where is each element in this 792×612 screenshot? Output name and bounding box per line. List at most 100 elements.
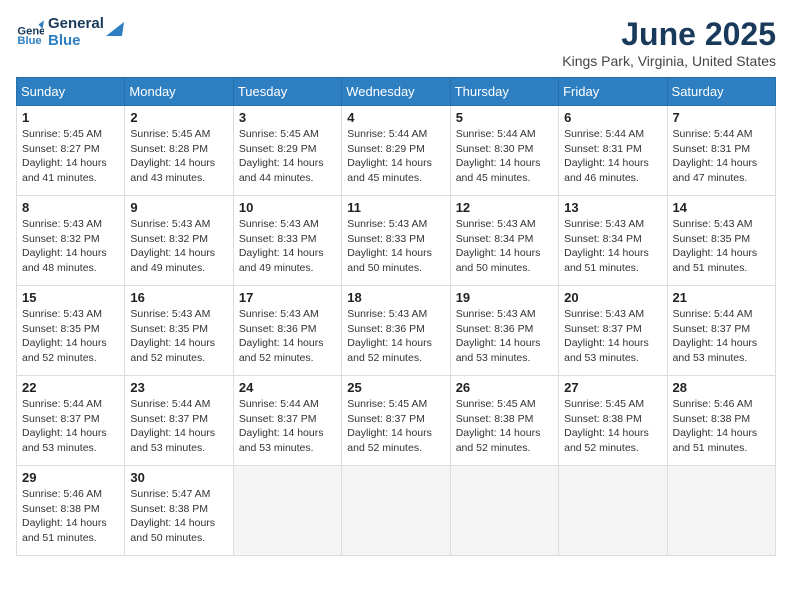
calendar-cell <box>342 466 450 556</box>
header-tuesday: Tuesday <box>233 78 341 106</box>
calendar-cell: 12 Sunrise: 5:43 AMSunset: 8:34 PMDayligh… <box>450 196 558 286</box>
calendar-cell: 20 Sunrise: 5:43 AMSunset: 8:37 PMDayligh… <box>559 286 667 376</box>
calendar-cell: 4 Sunrise: 5:44 AMSunset: 8:29 PMDaylight… <box>342 106 450 196</box>
calendar-cell: 2 Sunrise: 5:45 AMSunset: 8:28 PMDaylight… <box>125 106 233 196</box>
calendar-cell: 5Sunrise: 5:44 AMSunset: 8:30 PMDaylight… <box>450 106 558 196</box>
day-info: Sunrise: 5:43 AMSunset: 8:35 PMDaylight:… <box>22 307 119 366</box>
day-info: Sunrise: 5:44 AMSunset: 8:29 PMDaylight:… <box>347 127 444 186</box>
calendar-cell: 24 Sunrise: 5:44 AMSunset: 8:37 PMDayligh… <box>233 376 341 466</box>
day-number: 26 <box>456 380 553 395</box>
day-number: 5 <box>456 110 553 125</box>
day-number: 17 <box>239 290 336 305</box>
day-info: Sunrise: 5:45 AMSunset: 8:37 PMDaylight:… <box>347 397 444 456</box>
month-title: June 2025 <box>562 16 776 53</box>
logo-icon: General Blue <box>16 19 44 47</box>
day-number: 19 <box>456 290 553 305</box>
day-info: Sunrise: 5:43 AMSunset: 8:32 PMDaylight:… <box>130 217 227 276</box>
day-info: Sunrise: 5:44 AMSunset: 8:37 PMDaylight:… <box>22 397 119 456</box>
header-saturday: Saturday <box>667 78 775 106</box>
day-number: 11 <box>347 200 444 215</box>
calendar-cell: 27 Sunrise: 5:45 AMSunset: 8:38 PMDayligh… <box>559 376 667 466</box>
day-info: Sunrise: 5:45 AMSunset: 8:29 PMDaylight:… <box>239 127 336 186</box>
day-info: Sunrise: 5:46 AMSunset: 8:38 PMDaylight:… <box>22 487 119 546</box>
day-number: 13 <box>564 200 661 215</box>
day-number: 6 <box>564 110 661 125</box>
day-info: Sunrise: 5:44 AMSunset: 8:37 PMDaylight:… <box>239 397 336 456</box>
calendar-week-4: 22Sunrise: 5:44 AMSunset: 8:37 PMDayligh… <box>17 376 776 466</box>
day-info: Sunrise: 5:43 AMSunset: 8:37 PMDaylight:… <box>564 307 661 366</box>
day-info: Sunrise: 5:43 AMSunset: 8:33 PMDaylight:… <box>239 217 336 276</box>
day-number: 29 <box>22 470 119 485</box>
page-header: General Blue General Blue June 2025 King… <box>16 16 776 69</box>
calendar-cell <box>559 466 667 556</box>
calendar-header-row: SundayMondayTuesdayWednesdayThursdayFrid… <box>17 78 776 106</box>
day-info: Sunrise: 5:43 AMSunset: 8:35 PMDaylight:… <box>673 217 770 276</box>
calendar-cell: 14 Sunrise: 5:43 AMSunset: 8:35 PMDayligh… <box>667 196 775 286</box>
day-number: 25 <box>347 380 444 395</box>
day-number: 14 <box>673 200 770 215</box>
day-number: 23 <box>130 380 227 395</box>
day-number: 4 <box>347 110 444 125</box>
day-number: 2 <box>130 110 227 125</box>
calendar-cell: 10 Sunrise: 5:43 AMSunset: 8:33 PMDayligh… <box>233 196 341 286</box>
day-number: 15 <box>22 290 119 305</box>
day-number: 20 <box>564 290 661 305</box>
title-block: June 2025 Kings Park, Virginia, United S… <box>562 16 776 69</box>
day-number: 10 <box>239 200 336 215</box>
day-number: 21 <box>673 290 770 305</box>
calendar-week-2: 8 Sunrise: 5:43 AMSunset: 8:32 PMDaylight… <box>17 196 776 286</box>
day-info: Sunrise: 5:43 AMSunset: 8:35 PMDaylight:… <box>130 307 227 366</box>
day-info: Sunrise: 5:43 AMSunset: 8:32 PMDaylight:… <box>22 217 119 276</box>
day-info: Sunrise: 5:44 AMSunset: 8:31 PMDaylight:… <box>564 127 661 186</box>
day-info: Sunrise: 5:43 AMSunset: 8:36 PMDaylight:… <box>347 307 444 366</box>
day-number: 24 <box>239 380 336 395</box>
day-number: 8 <box>22 200 119 215</box>
logo: General Blue General Blue <box>16 16 124 49</box>
calendar-cell: 1 Sunrise: 5:45 AMSunset: 8:27 PMDaylight… <box>17 106 125 196</box>
calendar-cell <box>233 466 341 556</box>
calendar-cell: 29 Sunrise: 5:46 AMSunset: 8:38 PMDayligh… <box>17 466 125 556</box>
day-info: Sunrise: 5:43 AMSunset: 8:36 PMDaylight:… <box>239 307 336 366</box>
calendar-cell: 15 Sunrise: 5:43 AMSunset: 8:35 PMDayligh… <box>17 286 125 376</box>
calendar-cell: 11 Sunrise: 5:43 AMSunset: 8:33 PMDayligh… <box>342 196 450 286</box>
day-number: 27 <box>564 380 661 395</box>
header-thursday: Thursday <box>450 78 558 106</box>
logo-blue: Blue <box>48 33 104 50</box>
calendar-cell: 3 Sunrise: 5:45 AMSunset: 8:29 PMDaylight… <box>233 106 341 196</box>
day-info: Sunrise: 5:44 AMSunset: 8:37 PMDaylight:… <box>673 307 770 366</box>
day-info: Sunrise: 5:43 AMSunset: 8:34 PMDaylight:… <box>564 217 661 276</box>
calendar-cell: 6 Sunrise: 5:44 AMSunset: 8:31 PMDaylight… <box>559 106 667 196</box>
day-number: 30 <box>130 470 227 485</box>
calendar-cell: 28Sunrise: 5:46 AMSunset: 8:38 PMDayligh… <box>667 376 775 466</box>
calendar-week-5: 29 Sunrise: 5:46 AMSunset: 8:38 PMDayligh… <box>17 466 776 556</box>
day-number: 3 <box>239 110 336 125</box>
calendar-cell: 21 Sunrise: 5:44 AMSunset: 8:37 PMDayligh… <box>667 286 775 376</box>
location: Kings Park, Virginia, United States <box>562 53 776 69</box>
logo-arrow-icon <box>102 18 124 40</box>
calendar-cell: 19Sunrise: 5:43 AMSunset: 8:36 PMDayligh… <box>450 286 558 376</box>
day-info: Sunrise: 5:43 AMSunset: 8:33 PMDaylight:… <box>347 217 444 276</box>
day-info: Sunrise: 5:45 AMSunset: 8:27 PMDaylight:… <box>22 127 119 186</box>
logo-general: General <box>48 16 104 33</box>
day-info: Sunrise: 5:43 AMSunset: 8:34 PMDaylight:… <box>456 217 553 276</box>
calendar-cell: 26Sunrise: 5:45 AMSunset: 8:38 PMDayligh… <box>450 376 558 466</box>
day-info: Sunrise: 5:45 AMSunset: 8:38 PMDaylight:… <box>564 397 661 456</box>
calendar-cell: 18 Sunrise: 5:43 AMSunset: 8:36 PMDayligh… <box>342 286 450 376</box>
day-info: Sunrise: 5:44 AMSunset: 8:37 PMDaylight:… <box>130 397 227 456</box>
day-info: Sunrise: 5:47 AMSunset: 8:38 PMDaylight:… <box>130 487 227 546</box>
header-monday: Monday <box>125 78 233 106</box>
day-info: Sunrise: 5:44 AMSunset: 8:31 PMDaylight:… <box>673 127 770 186</box>
calendar-week-1: 1 Sunrise: 5:45 AMSunset: 8:27 PMDaylight… <box>17 106 776 196</box>
svg-text:Blue: Blue <box>17 35 41 47</box>
calendar-cell <box>667 466 775 556</box>
day-info: Sunrise: 5:45 AMSunset: 8:28 PMDaylight:… <box>130 127 227 186</box>
day-number: 12 <box>456 200 553 215</box>
day-number: 16 <box>130 290 227 305</box>
calendar-cell: 30 Sunrise: 5:47 AMSunset: 8:38 PMDayligh… <box>125 466 233 556</box>
day-number: 18 <box>347 290 444 305</box>
day-number: 28 <box>673 380 770 395</box>
day-number: 1 <box>22 110 119 125</box>
day-number: 7 <box>673 110 770 125</box>
calendar-cell <box>450 466 558 556</box>
calendar-cell: 17 Sunrise: 5:43 AMSunset: 8:36 PMDayligh… <box>233 286 341 376</box>
